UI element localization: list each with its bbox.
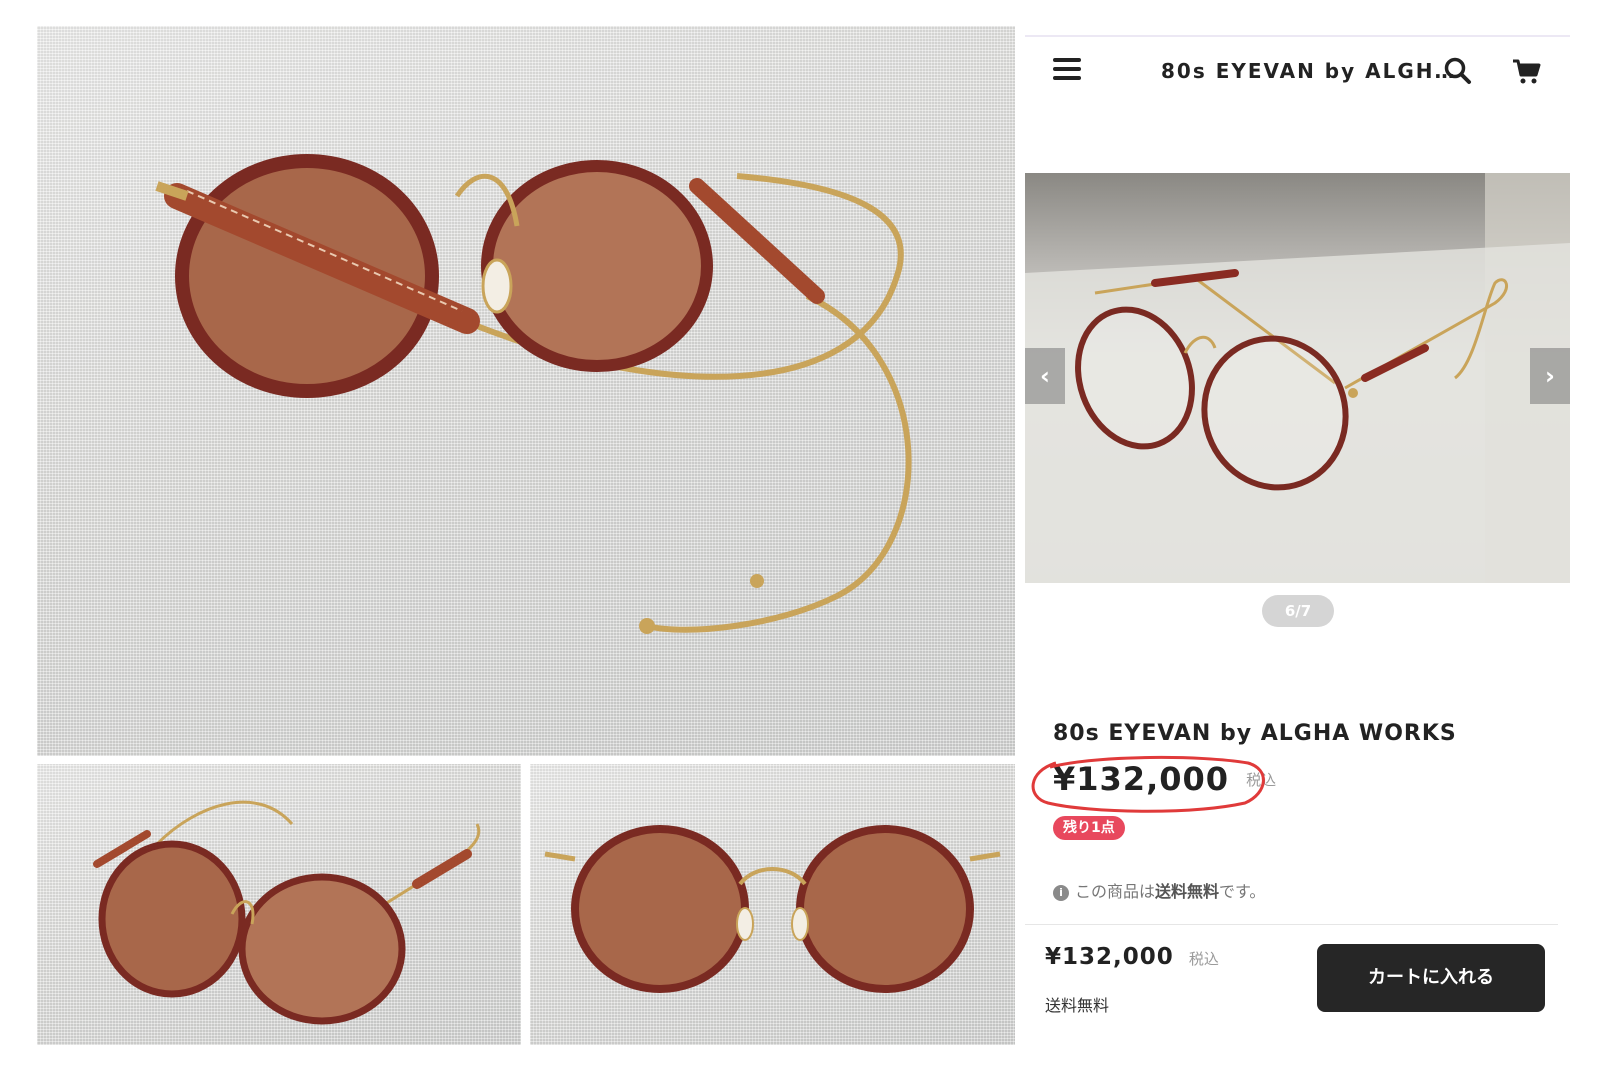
product-image-carousel[interactable]: ‹ › [1025, 173, 1570, 583]
cart-icon[interactable] [1511, 56, 1541, 86]
product-price: ¥132,000 [1053, 760, 1230, 798]
sunglasses-angle-view-image [93, 800, 481, 1025]
add-to-cart-button[interactable]: カートに入れる [1317, 944, 1545, 1012]
carousel-prev-button[interactable]: ‹ [1025, 348, 1065, 404]
top-border [1025, 35, 1570, 37]
product-title: 80s EYEVAN by ALGHA WORKS [1053, 721, 1457, 746]
carousel-next-button[interactable]: › [1530, 348, 1570, 404]
search-icon[interactable] [1443, 56, 1473, 86]
tax-included-label: 税込 [1246, 770, 1277, 789]
hamburger-menu-icon[interactable] [1053, 58, 1081, 82]
product-photo-front [530, 764, 1015, 1045]
product-photo-angle [37, 764, 521, 1045]
shipping-note-prefix: この商品は [1075, 882, 1156, 901]
shipping-note-suffix: です。 [1219, 882, 1266, 901]
purchase-bar-price: ¥132,000 税込 [1045, 944, 1219, 970]
header-title: 80s EYEVAN by ALGH… [1161, 59, 1457, 83]
purchase-bar-shipping: 送料無料 [1045, 996, 1110, 1015]
shipping-note-free: 送料無料 [1155, 882, 1220, 901]
purchase-bar-price-value: ¥132,000 [1045, 944, 1174, 970]
info-icon: i [1053, 885, 1069, 901]
price-row: ¥132,000 税込 [1053, 760, 1276, 810]
divider [1025, 924, 1558, 925]
carousel-photo-glasses [1025, 173, 1570, 583]
sunglasses-side-view-image [155, 154, 912, 634]
product-photo-main [37, 26, 1015, 756]
shipping-note: i この商品は送料無料です。 [1053, 878, 1265, 902]
purchase-bar-tax-label: 税込 [1188, 950, 1219, 968]
image-counter: 6/7 [1262, 595, 1334, 627]
stock-remaining-badge: 残り1点 [1053, 816, 1125, 840]
product-page-screen: 80s EYEVAN by ALGH… ‹ › 6/7 80s EYEVAN b… [1025, 26, 1570, 1046]
sunglasses-front-view-image [544, 825, 1001, 993]
